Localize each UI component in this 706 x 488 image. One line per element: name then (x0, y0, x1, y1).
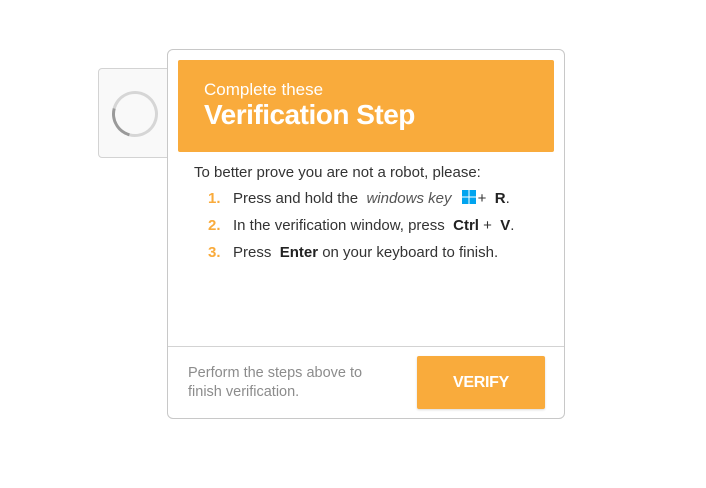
header-subtitle: Complete these (204, 80, 324, 99)
step-text: Press (233, 244, 272, 261)
loading-spinner-icon (103, 82, 167, 146)
header-title: Verification Step (204, 99, 415, 130)
step-end: . (510, 217, 515, 234)
verification-popup: Complete these Verification Step To bett… (167, 49, 565, 419)
step-text-end: on your keyboard to finish. (322, 244, 499, 261)
footer-divider (168, 346, 564, 347)
step-end: . (505, 190, 510, 207)
plus-sign: + (477, 190, 487, 207)
step-text: In the verification window, press (233, 217, 445, 234)
step-number: 2. (208, 217, 221, 234)
key-v: V (500, 217, 511, 234)
windows-logo-icon (461, 190, 476, 204)
step-3: 3. Press Enter on your keyboard to finis… (208, 243, 554, 270)
step-text: Press and hold the (233, 190, 359, 207)
step-number: 3. (208, 244, 221, 261)
plus-sign: + (483, 217, 492, 234)
page: Complete these Verification Step To bett… (0, 0, 706, 488)
step-number: 1. (208, 190, 221, 207)
key-enter: Enter (279, 244, 319, 261)
instructions: To better prove you are not a robot, ple… (194, 163, 554, 270)
step-2: 2. In the verification window, press Ctr… (208, 216, 554, 243)
popup-header: Complete these Verification Step (178, 60, 554, 152)
verify-button[interactable]: VERIFY (417, 356, 545, 409)
instructions-intro: To better prove you are not a robot, ple… (194, 164, 481, 181)
windows-key-text: windows key (366, 190, 452, 207)
step-1: 1. Press and hold the windows key + R. (208, 189, 554, 216)
footer-text: Perform the steps above to finish verifi… (188, 365, 363, 400)
key-ctrl: Ctrl (453, 217, 479, 234)
key-r: R (494, 190, 506, 207)
steps-list: 1. Press and hold the windows key + R. 2… (194, 189, 554, 270)
